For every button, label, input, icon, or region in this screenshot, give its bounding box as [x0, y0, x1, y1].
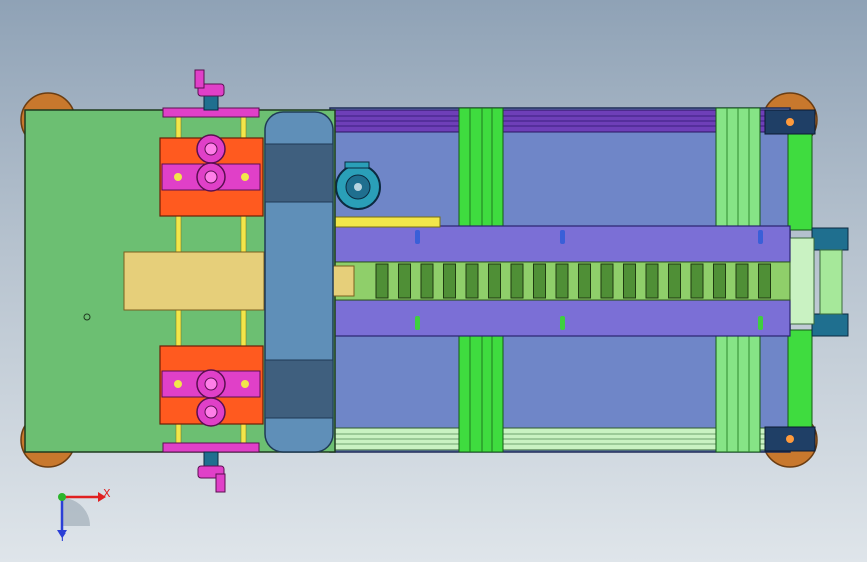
right-clamps — [789, 227, 849, 337]
triad-origin — [58, 493, 66, 501]
cad-viewport[interactable]: X Y — [0, 0, 867, 562]
y-axis-label: Y — [58, 531, 66, 544]
rack-tooth — [375, 263, 389, 299]
rack-tooth — [600, 263, 614, 299]
rack-tooth — [758, 263, 771, 299]
rack-tooth — [578, 263, 591, 299]
rack-tooth — [645, 263, 659, 299]
tan-slide — [123, 251, 265, 311]
rack-tooth — [735, 263, 749, 299]
rack-tooth — [510, 263, 524, 299]
rack-tooth — [690, 263, 704, 299]
rack-tooth — [555, 263, 569, 299]
coordinate-triad[interactable]: X Y — [57, 487, 111, 544]
toothed-rack — [331, 261, 791, 301]
rack-tooth — [465, 263, 479, 299]
x-axis-label: X — [103, 487, 111, 500]
rack-tooth — [443, 263, 456, 299]
blue-belt — [264, 111, 334, 453]
yellow-strip — [334, 216, 441, 228]
assembly-drawing[interactable]: X Y — [0, 0, 867, 562]
rack-tooth — [713, 263, 726, 299]
rack-tooth — [488, 263, 501, 299]
rack-tooth — [420, 263, 434, 299]
rack-tooth — [623, 263, 636, 299]
rack-tooth — [668, 263, 681, 299]
rack-tooth — [398, 263, 411, 299]
rack-tooth — [533, 263, 546, 299]
